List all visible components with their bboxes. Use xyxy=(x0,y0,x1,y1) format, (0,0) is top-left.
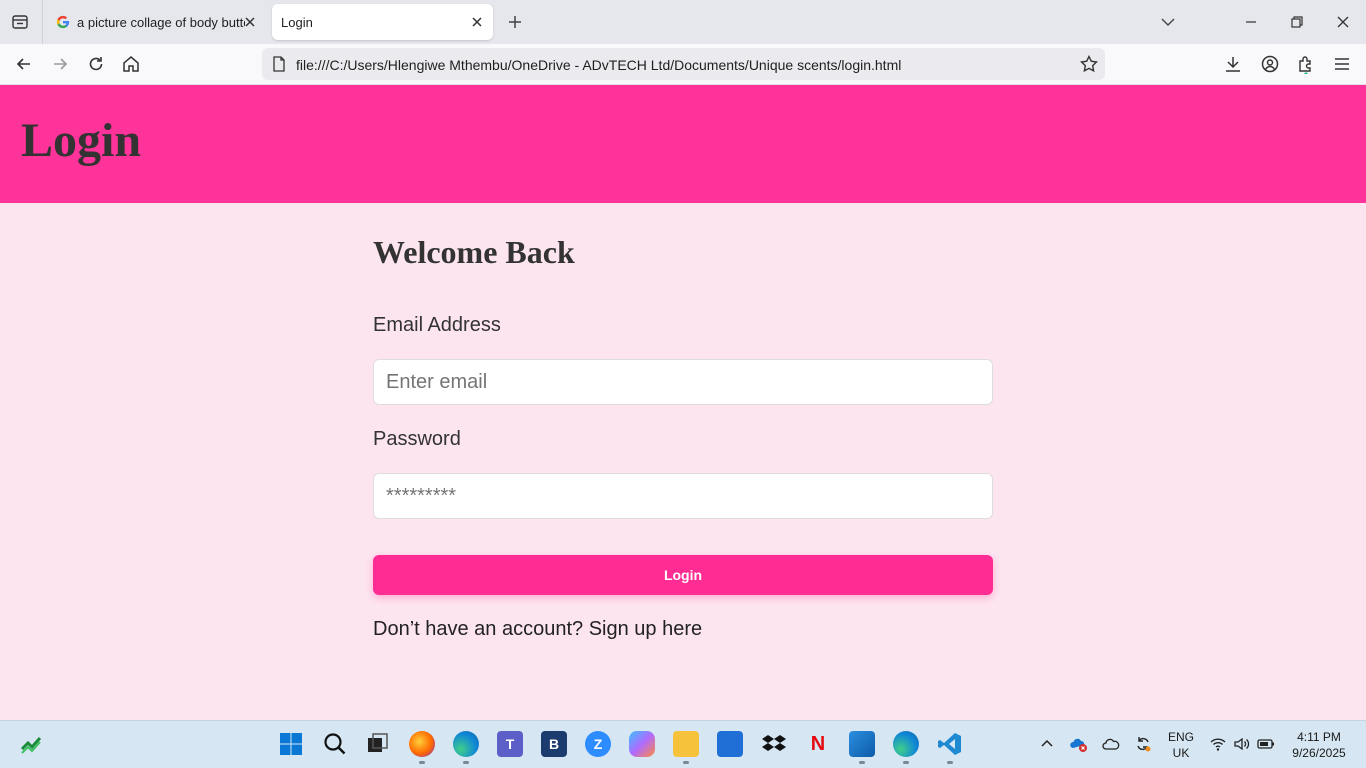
language-code: ENG xyxy=(1167,730,1194,744)
cloud-icon[interactable] xyxy=(1102,735,1120,753)
wifi-icon[interactable] xyxy=(1209,735,1227,753)
taskbar: T B Z N ENG UK 4:11 PM 9/26/2025 xyxy=(0,720,1366,768)
page-title: Login xyxy=(21,114,142,167)
new-tab-icon[interactable] xyxy=(505,12,525,32)
email-field[interactable] xyxy=(373,359,993,405)
account-icon[interactable] xyxy=(1260,54,1280,74)
forward-arrow-icon[interactable] xyxy=(50,54,70,74)
tab-divider xyxy=(42,0,43,44)
password-label: Password xyxy=(373,428,461,450)
region-code: UK xyxy=(1172,746,1190,760)
tab-login[interactable]: Login xyxy=(272,4,493,40)
browser-nav-bar: file:///C:/Users/Hlengiwe Mthembu/OneDri… xyxy=(0,44,1366,85)
address-bar[interactable]: file:///C:/Users/Hlengiwe Mthembu/OneDri… xyxy=(262,48,1105,80)
sync-icon[interactable] xyxy=(1134,735,1152,753)
running-indicator xyxy=(683,761,689,764)
running-indicator xyxy=(947,761,953,764)
firefox-icon[interactable] xyxy=(409,731,435,757)
photos-icon[interactable] xyxy=(849,731,875,757)
welcome-heading: Welcome Back xyxy=(373,234,575,270)
vscode-icon[interactable] xyxy=(937,731,963,757)
battery-icon[interactable] xyxy=(1257,735,1275,753)
file-explorer-icon[interactable] xyxy=(673,731,699,757)
page-header: Login xyxy=(0,85,1366,203)
download-icon[interactable] xyxy=(1223,54,1243,74)
clock-date: 9/26/2025 xyxy=(1292,746,1346,760)
running-indicator xyxy=(859,761,865,764)
back-arrow-icon[interactable] xyxy=(14,54,34,74)
b-app-icon[interactable]: B xyxy=(541,731,567,757)
microsoft-store-icon[interactable] xyxy=(717,731,743,757)
login-button[interactable]: Login xyxy=(373,555,993,595)
minimize-icon[interactable] xyxy=(1241,12,1261,32)
extensions-icon[interactable] xyxy=(1296,54,1316,74)
running-indicator xyxy=(903,761,909,764)
tab-title: Login xyxy=(281,14,313,30)
restore-icon[interactable] xyxy=(1287,12,1307,32)
running-indicator xyxy=(419,761,425,764)
password-field[interactable] xyxy=(373,473,993,519)
reload-icon[interactable] xyxy=(86,54,106,74)
google-g-icon xyxy=(56,15,70,29)
page-body: Welcome Back Email Address Password Logi… xyxy=(0,203,1366,720)
dropbox-icon[interactable] xyxy=(761,731,787,757)
close-window-icon[interactable] xyxy=(1333,12,1353,32)
menu-hamburger-icon[interactable] xyxy=(1332,54,1352,74)
signup-link[interactable]: Don’t have an account? Sign up here xyxy=(373,618,702,641)
volume-icon[interactable] xyxy=(1233,735,1251,753)
close-tab-icon[interactable] xyxy=(469,14,485,30)
task-view-icon[interactable] xyxy=(365,731,391,757)
onedrive-error-icon[interactable] xyxy=(1070,735,1088,753)
language-indicator[interactable]: ENG UK xyxy=(1164,729,1198,761)
chevron-down-icon[interactable] xyxy=(1158,12,1178,32)
email-label: Email Address xyxy=(373,314,501,336)
tab-list-icon[interactable] xyxy=(8,10,32,34)
netflix-icon[interactable]: N xyxy=(805,731,831,757)
page-file-icon xyxy=(273,56,285,72)
tab-google-search[interactable]: a picture collage of body butter xyxy=(46,4,266,40)
teams-icon[interactable]: T xyxy=(497,731,523,757)
clock-time: 4:11 PM xyxy=(1297,730,1341,744)
edge-icon[interactable] xyxy=(453,731,479,757)
chevron-up-icon[interactable] xyxy=(1038,735,1056,753)
bookmark-star-icon[interactable] xyxy=(1079,54,1099,74)
copilot-icon[interactable] xyxy=(629,731,655,757)
home-icon[interactable] xyxy=(121,54,141,74)
edge-dev-icon[interactable] xyxy=(893,731,919,757)
clock[interactable]: 4:11 PM 9/26/2025 xyxy=(1286,729,1352,761)
zoom-icon[interactable]: Z xyxy=(585,731,611,757)
close-tab-icon[interactable] xyxy=(242,14,258,30)
running-indicator xyxy=(463,761,469,764)
browser-tab-bar: a picture collage of body butter Login xyxy=(0,0,1366,44)
stocks-widget-icon[interactable] xyxy=(20,733,44,755)
tab-title: a picture collage of body butter xyxy=(77,14,245,30)
search-icon[interactable] xyxy=(322,731,348,757)
windows-start-icon[interactable] xyxy=(278,731,304,757)
url-text: file:///C:/Users/Hlengiwe Mthembu/OneDri… xyxy=(296,57,902,73)
